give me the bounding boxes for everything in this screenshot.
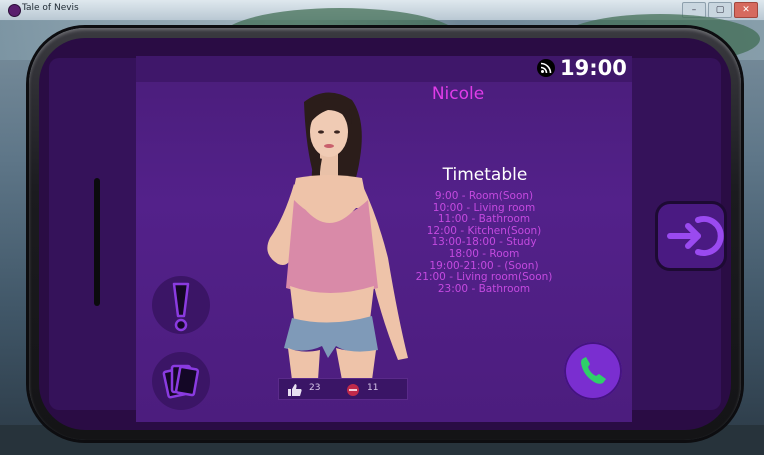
likes-count: 23 <box>309 383 321 393</box>
timetable-title: Timetable <box>442 165 528 185</box>
window-title: Tale of Nevis <box>22 3 79 13</box>
timetable-entry: 23:00 - Bathroom <box>437 282 531 295</box>
phone-call-icon <box>571 349 615 393</box>
status-clock: 19:00 <box>560 56 627 80</box>
thumbs-up-icon <box>287 382 303 401</box>
timetable-entry: 21:00 - Living room(Soon) <box>415 271 553 284</box>
dislike-icon <box>345 382 361 401</box>
timetable-entry: 9:00 - Room(Soon) <box>434 190 534 202</box>
timetable-list: 9:00 - Room(Soon) 10:00 - Living room 11… <box>384 190 584 295</box>
call-button[interactable] <box>564 342 622 400</box>
timetable-entry: 18:00 - Room <box>448 247 520 260</box>
status-bar <box>136 56 632 82</box>
phone-speaker <box>94 178 100 306</box>
close-button[interactable]: ✕ <box>734 2 758 18</box>
exclamation-icon <box>172 282 190 332</box>
affection-stats: 23 11 <box>278 378 408 400</box>
cards-icon <box>162 364 200 399</box>
app-icon <box>8 4 21 17</box>
cards-button[interactable] <box>152 352 210 410</box>
maximize-button[interactable]: ▢ <box>708 2 732 18</box>
wifi-icon <box>537 59 555 77</box>
exit-button[interactable] <box>658 204 724 268</box>
alert-button[interactable] <box>152 276 210 334</box>
exit-icon <box>667 216 724 256</box>
dislikes-count: 11 <box>367 383 379 393</box>
